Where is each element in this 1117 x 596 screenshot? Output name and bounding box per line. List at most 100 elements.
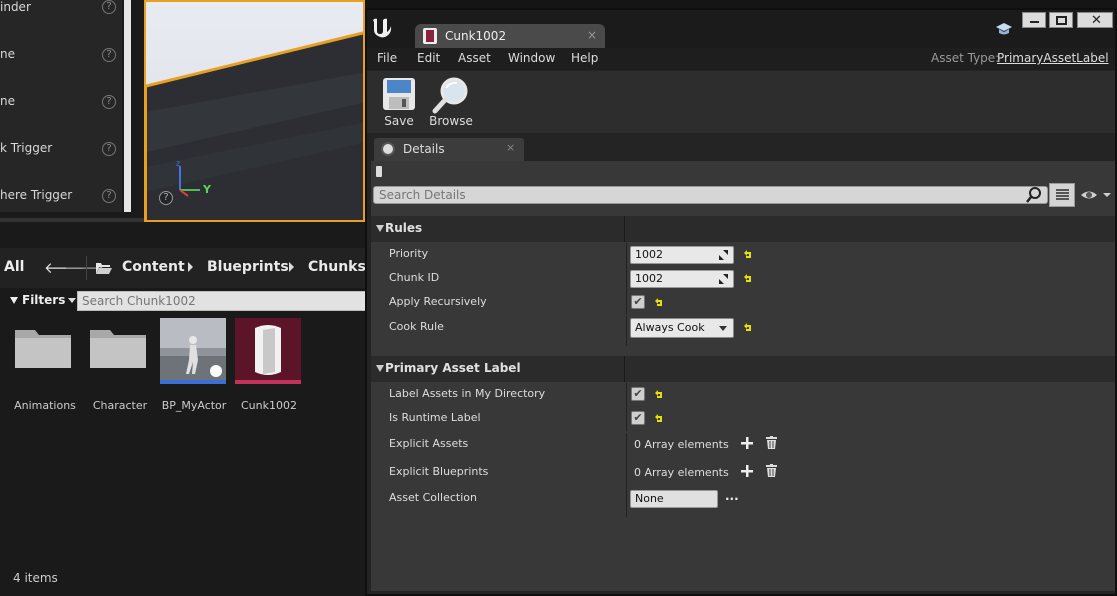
view-options-eye-icon[interactable]	[1079, 188, 1113, 202]
property-label: Cook Rule	[389, 320, 444, 333]
reset-to-default-icon[interactable]	[743, 323, 753, 333]
asset-tile[interactable]: Cunk1002	[235, 318, 303, 418]
is-runtime-label-checkbox[interactable]: ✔	[631, 411, 645, 425]
level-viewport[interactable]: z Y ?	[144, 0, 365, 222]
column-divider	[626, 243, 627, 267]
help-icon[interactable]: ?	[102, 0, 116, 14]
property-label: Is Runtime Label	[389, 411, 481, 424]
cook-rule-dropdown[interactable]: Always Cook	[630, 318, 734, 338]
browse-button[interactable]: Browse	[424, 75, 478, 131]
menu-window[interactable]: Window	[508, 51, 555, 65]
reset-to-default-icon[interactable]	[654, 414, 664, 424]
asset-type-link[interactable]: PrimaryAssetLabel	[997, 51, 1109, 65]
reset-to-default-icon[interactable]	[743, 250, 753, 260]
save-icon	[383, 78, 415, 110]
add-element-icon[interactable]	[741, 437, 753, 449]
label-assets-in-directory-checkbox[interactable]: ✔	[631, 387, 645, 401]
asset-tab[interactable]: Cunk1002 ×	[415, 24, 605, 48]
menu-asset[interactable]: Asset	[458, 51, 491, 65]
search-details-input[interactable]	[373, 186, 1048, 204]
section-primary-asset-label[interactable]: Primary Asset Label	[371, 356, 1115, 382]
close-tab-icon[interactable]: ×	[506, 141, 515, 154]
breadcrumb-item[interactable]: Content	[122, 259, 185, 275]
primary-asset-label-icon	[423, 28, 437, 44]
menu-edit[interactable]: Edit	[417, 51, 440, 65]
section-rules[interactable]: Rules	[371, 216, 1115, 242]
cook-rule-value: Always Cook	[635, 321, 705, 334]
viewport-axis-label: Y	[203, 183, 211, 196]
details-tab[interactable]: Details ×	[374, 138, 524, 161]
folder-icon	[90, 330, 146, 368]
property-row-explicit-assets: Explicit Assets 0 Array elements	[371, 433, 1115, 461]
minimize-button[interactable]	[1022, 12, 1046, 28]
asset-thumbnail	[11, 318, 77, 384]
add-element-icon[interactable]	[741, 465, 753, 477]
browse-label: Browse	[429, 114, 473, 128]
breadcrumb-item[interactable]: Blueprints	[207, 259, 289, 275]
chevron-down-icon	[719, 326, 727, 331]
place-item-label: ne	[0, 47, 15, 61]
property-row-apply-recursively: Apply Recursively ✔	[371, 291, 1115, 315]
property-row-chunk-id: Chunk ID 1002	[371, 267, 1115, 291]
asset-tile[interactable]: Character	[86, 318, 154, 418]
funnel-icon	[10, 297, 18, 304]
help-icon[interactable]: ?	[159, 191, 173, 205]
reset-to-default-icon[interactable]	[654, 298, 664, 308]
property-matrix-button[interactable]	[1049, 183, 1075, 207]
column-divider	[626, 383, 627, 407]
menu-file[interactable]: File	[377, 51, 397, 65]
spin-arrows-icon	[719, 250, 728, 260]
info-icon	[381, 142, 395, 156]
place-item[interactable]: ne ?	[0, 94, 122, 134]
close-tab-icon[interactable]: ×	[587, 28, 597, 42]
title-bar[interactable]: Cunk1002 × ✕	[367, 10, 1115, 48]
list-icon	[1056, 189, 1069, 200]
asset-collection-field[interactable]: None	[630, 490, 718, 508]
more-options-button[interactable]: ...	[725, 489, 739, 503]
close-window-button[interactable]: ✕	[1077, 12, 1113, 28]
menu-help[interactable]: Help	[571, 51, 598, 65]
asset-editor-window: Cunk1002 × ✕ File Edit Asset Window Help…	[365, 8, 1117, 596]
column-divider	[626, 316, 627, 346]
reset-to-default-icon[interactable]	[743, 274, 753, 284]
apply-recursively-checkbox[interactable]: ✔	[631, 295, 645, 309]
trash-icon[interactable]	[766, 464, 777, 477]
collapse-caret-icon	[376, 365, 384, 372]
priority-value: 1002	[635, 248, 663, 261]
help-icon[interactable]: ?	[102, 189, 116, 203]
maximize-button[interactable]	[1049, 12, 1073, 28]
priority-input[interactable]: 1002	[630, 246, 734, 264]
asset-tile[interactable]: Animations	[11, 318, 79, 418]
place-item[interactable]: inder ?	[0, 0, 122, 40]
breadcrumb-separator-icon[interactable]	[289, 262, 294, 272]
chunk-id-value: 1002	[635, 272, 663, 285]
breadcrumb-separator-icon[interactable]	[188, 262, 193, 272]
all-sources-label[interactable]: All	[4, 259, 24, 275]
place-item[interactable]: k Trigger ?	[0, 141, 122, 181]
reset-to-default-icon[interactable]	[654, 390, 664, 400]
help-icon[interactable]: ?	[102, 48, 116, 62]
lock-icon[interactable]	[376, 166, 382, 177]
column-divider	[626, 487, 627, 517]
property-row-is-runtime-label: Is Runtime Label ✔	[371, 407, 1115, 431]
place-list-scrollbar[interactable]	[124, 0, 131, 212]
filters-button[interactable]: Filters	[10, 293, 77, 307]
place-item[interactable]: here Trigger ?	[0, 188, 122, 228]
help-icon[interactable]: ?	[102, 142, 116, 156]
asset-tile[interactable]: BP_MyActor	[160, 318, 228, 418]
save-button[interactable]: Save	[372, 75, 426, 131]
panel-divider	[0, 218, 144, 222]
breadcrumb-item[interactable]: Chunks	[308, 259, 366, 275]
item-count-label: 4 items	[13, 571, 58, 585]
content-search-input[interactable]	[77, 291, 367, 311]
place-item[interactable]: ne ?	[0, 47, 122, 87]
chunk-id-input[interactable]: 1002	[630, 270, 734, 288]
details-panel: Rules Priority 1002 Chunk ID	[371, 161, 1115, 591]
trash-icon[interactable]	[766, 436, 777, 449]
column-divider	[626, 433, 627, 461]
property-label: Label Assets in My Directory	[389, 387, 546, 400]
folder-open-icon[interactable]	[96, 262, 112, 274]
help-icon[interactable]: ?	[102, 95, 116, 109]
learning-cap-icon[interactable]	[996, 22, 1012, 36]
place-item-label: k Trigger	[0, 141, 53, 155]
